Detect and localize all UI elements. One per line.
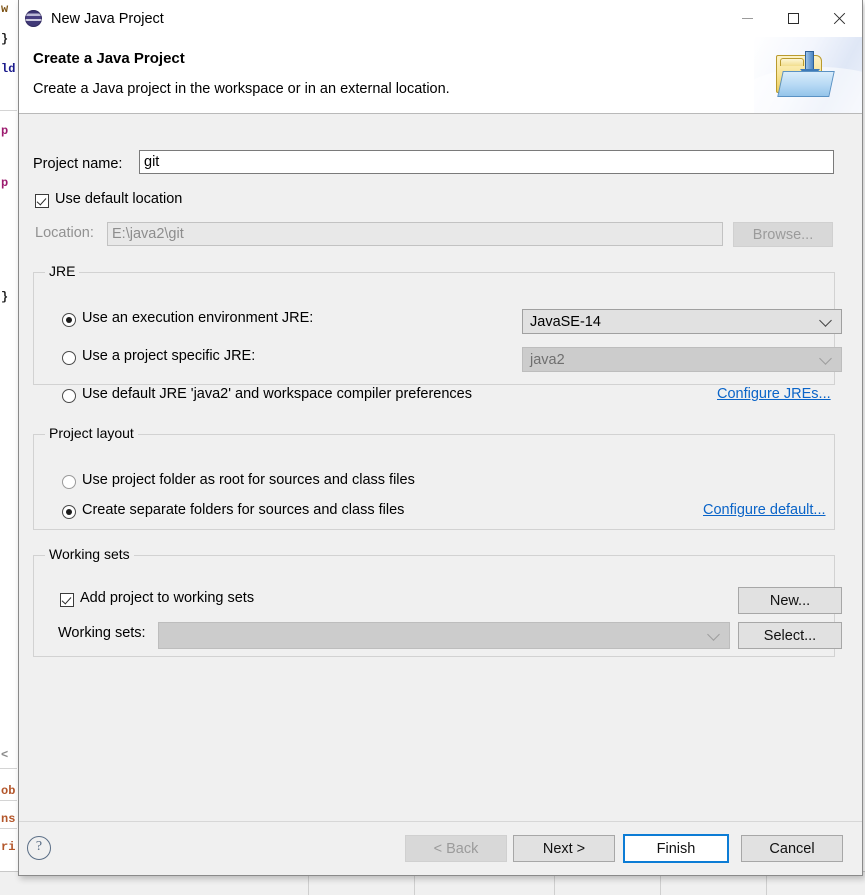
working-sets-group-title: Working sets (45, 546, 134, 562)
radio-use-execution-environment-jre[interactable] (62, 313, 76, 327)
radio-label-default-jre: Use default JRE 'java2' and workspace co… (82, 386, 472, 402)
page-description: Create a Java project in the workspace o… (33, 81, 450, 97)
radio-label-project-folder-as-root: Use project folder as root for sources a… (82, 472, 415, 488)
new-java-project-dialog: New Java Project Create a Java Project C… (18, 0, 863, 876)
dialog-title: New Java Project (51, 10, 164, 27)
divider (308, 873, 309, 895)
project-name-input[interactable] (139, 150, 834, 174)
code-fragment: } (1, 32, 9, 46)
execution-environment-value: JavaSE-14 (530, 314, 601, 330)
divider (554, 873, 555, 895)
window-controls (724, 0, 862, 37)
new-working-set-button[interactable]: New... (738, 587, 842, 614)
browse-button: Browse... (733, 222, 833, 247)
code-fragment: p (1, 176, 9, 190)
close-icon (832, 12, 846, 26)
radio-project-folder-as-root[interactable] (62, 475, 76, 489)
page-title: Create a Java Project (33, 50, 185, 67)
jre-group: JRE Use an execution environment JRE: Ja… (33, 263, 842, 403)
folder-tab-shape (780, 58, 804, 66)
ide-editor-left-strip: w } ld p p } < ob ns ri (0, 0, 19, 870)
finish-button[interactable]: Finish (623, 834, 729, 863)
chevron-down-icon (819, 351, 832, 365)
code-fragment: w (1, 2, 9, 16)
working-sets-combo[interactable] (158, 622, 730, 649)
divider (660, 873, 661, 895)
radio-label-create-separate-folders: Create separate folders for sources and … (82, 502, 405, 518)
divider (766, 873, 767, 895)
minimize-icon (741, 18, 753, 19)
project-specific-jre-combo: java2 (522, 347, 842, 372)
folder-front-shape (777, 71, 835, 97)
back-button: < Back (405, 835, 507, 862)
divider (414, 873, 415, 895)
eclipse-sphere-icon (25, 10, 42, 27)
use-default-location-checkbox[interactable] (35, 194, 49, 208)
dialog-content-panel: Project name: Use default location Locat… (19, 114, 862, 821)
project-layout-group-title: Project layout (45, 425, 138, 441)
code-fragment: } (1, 290, 9, 304)
maximize-icon (787, 13, 799, 24)
code-fragment: ns (1, 812, 16, 826)
divider (0, 110, 17, 111)
radio-create-separate-folders[interactable] (62, 505, 76, 519)
add-project-to-working-sets-label: Add project to working sets (80, 590, 255, 606)
use-default-location-label: Use default location (55, 191, 183, 207)
help-question-icon[interactable]: ? (27, 836, 51, 860)
add-project-to-working-sets-checkbox[interactable] (60, 593, 74, 607)
code-fragment: p (1, 124, 9, 138)
header-banner-art (754, 37, 862, 113)
location-label: Location: (35, 225, 94, 241)
jre-group-title: JRE (45, 263, 80, 279)
code-fragment: < (1, 748, 9, 762)
divider (0, 800, 17, 801)
maximize-button[interactable] (770, 0, 816, 37)
chevron-down-icon (707, 627, 720, 641)
next-button[interactable]: Next > (513, 835, 615, 862)
divider (0, 768, 17, 769)
radio-use-project-specific-jre[interactable] (62, 351, 76, 365)
project-specific-jre-value: java2 (530, 352, 565, 368)
configure-default-link[interactable]: Configure default... (703, 502, 826, 518)
dialog-header: Create a Java Project Create a Java proj… (19, 37, 862, 114)
execution-environment-combo[interactable]: JavaSE-14 (522, 309, 842, 334)
code-fragment: ld (1, 62, 16, 76)
new-java-project-folder-icon (774, 49, 836, 101)
cancel-button[interactable]: Cancel (741, 835, 843, 862)
configure-jres-link[interactable]: Configure JREs... (717, 386, 831, 402)
code-fragment: ob (1, 784, 16, 798)
code-fragment: ri (1, 840, 16, 854)
minimize-button[interactable] (724, 0, 770, 37)
project-layout-group: Project layout Use project folder as roo… (33, 425, 835, 530)
chevron-down-icon (819, 313, 832, 327)
radio-label-project-specific: Use a project specific JRE: (82, 348, 256, 364)
location-input (107, 222, 723, 246)
working-sets-group: Working sets Add project to working sets… (33, 546, 842, 657)
project-name-label: Project name: (33, 156, 123, 172)
dialog-title-bar: New Java Project (19, 0, 862, 37)
divider (0, 828, 17, 829)
select-working-set-button[interactable]: Select... (738, 622, 842, 649)
radio-label-execution-environment: Use an execution environment JRE: (82, 310, 314, 326)
dialog-footer: ? < Back Next > Finish Cancel (19, 821, 862, 875)
close-button[interactable] (816, 0, 862, 37)
radio-use-default-jre[interactable] (62, 389, 76, 403)
working-sets-label: Working sets: (58, 625, 146, 641)
